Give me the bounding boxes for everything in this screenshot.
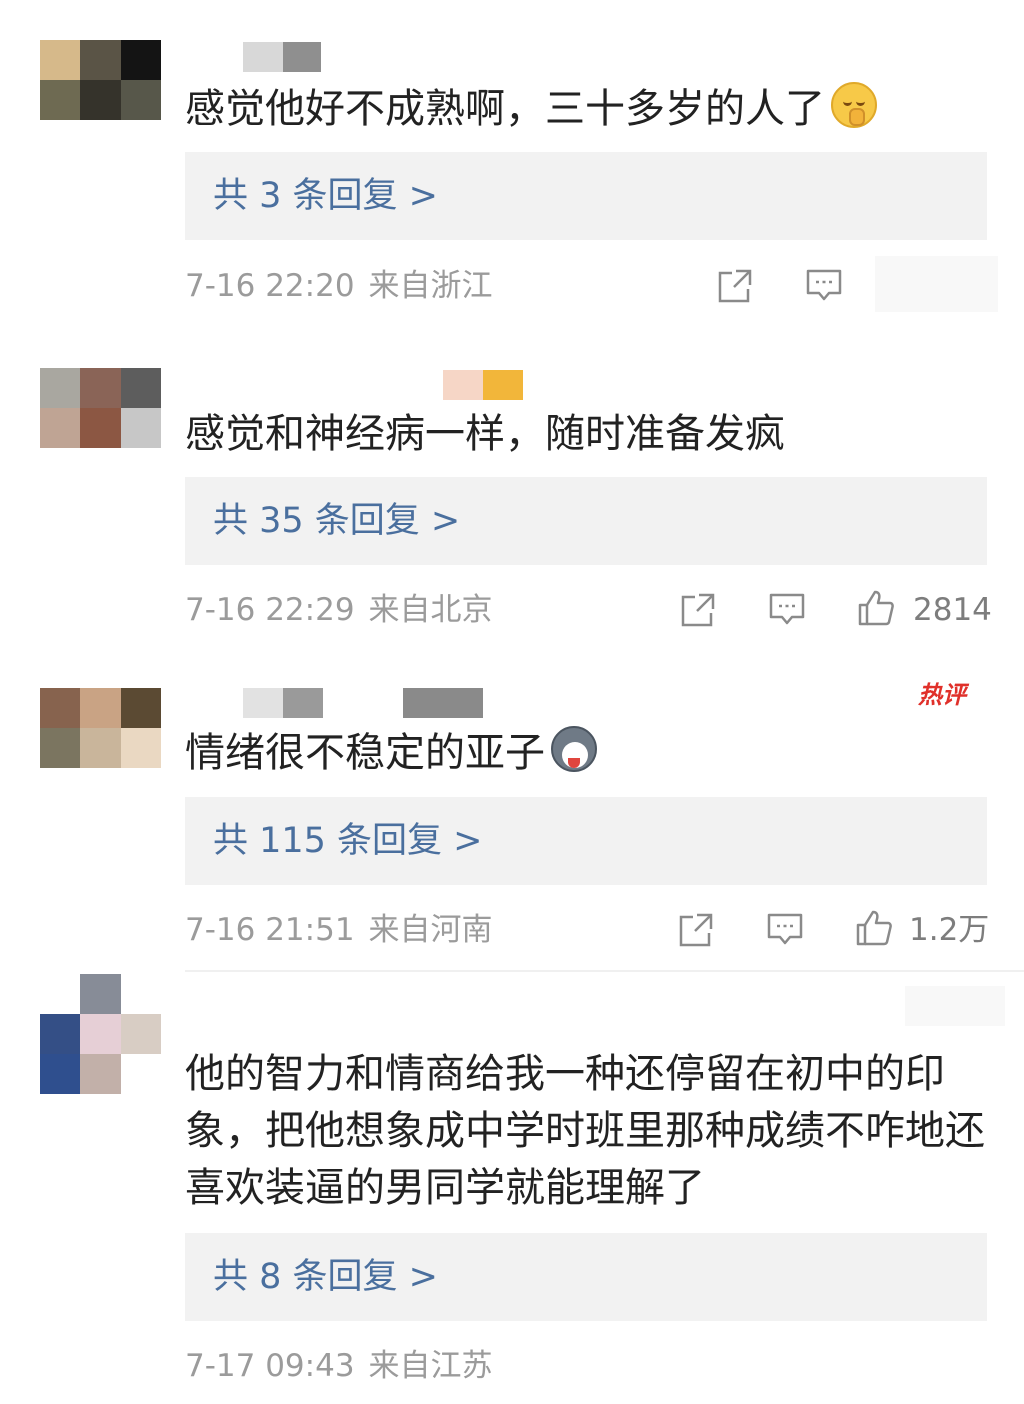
- comment-meta: 7-17 09:43 来自江苏: [185, 1344, 493, 1388]
- view-replies-button[interactable]: 共 8 条回复 >: [185, 1233, 987, 1321]
- avatar[interactable]: [40, 974, 161, 1094]
- obscured-username-area: [905, 986, 1005, 1026]
- comment-date: 7-17 09:43: [185, 1348, 355, 1384]
- comment-list: 感觉他好不成熟啊，三十多岁的人了 共 3 条回复 > 7-16 22:20 来自浙…: [0, 0, 1024, 1404]
- comment-item: 他的智力和情商给我一种还停留在初中的印象，把他想象成中学时班里那种成绩不咋地还喜…: [0, 0, 1024, 1404]
- comment-text-body: 他的智力和情商给我一种还停留在初中的印象，把他想象成中学时班里那种成绩不咋地还喜…: [185, 1051, 985, 1211]
- comment-location: 来自江苏: [368, 1348, 493, 1384]
- comment-text: 他的智力和情商给我一种还停留在初中的印象，把他想象成中学时班里那种成绩不咋地还喜…: [185, 1046, 990, 1217]
- replies-label: 共 8 条回复 >: [213, 1257, 438, 1297]
